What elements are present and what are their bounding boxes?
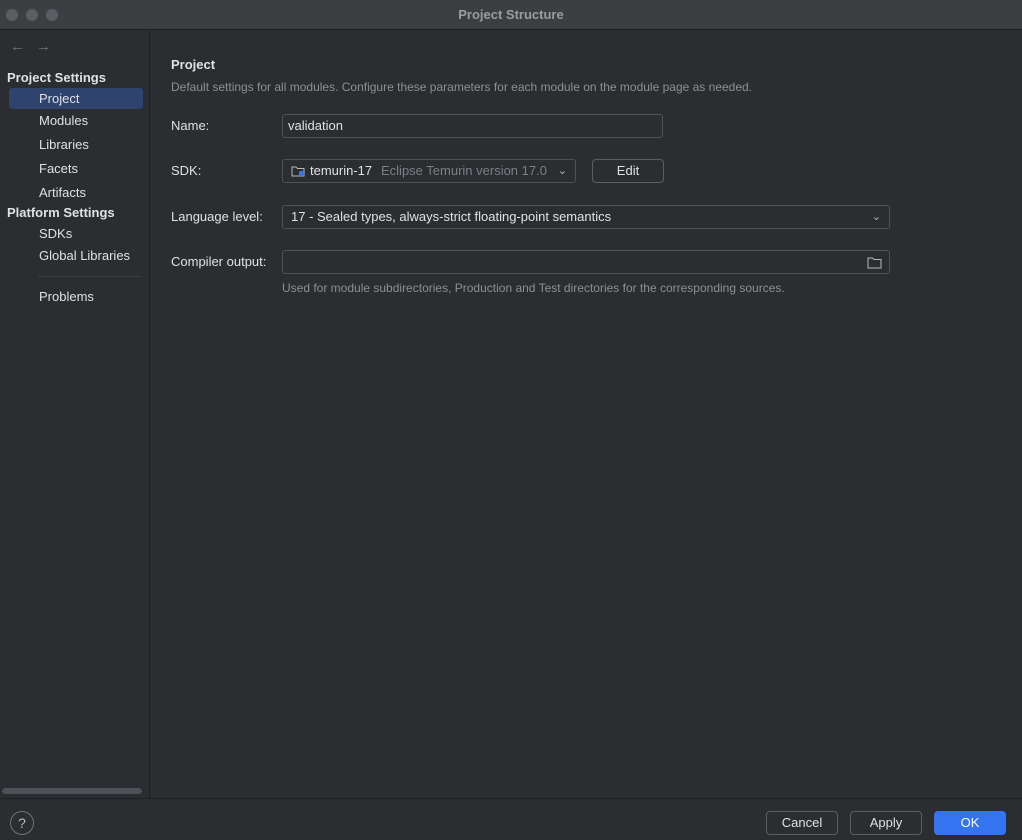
chevron-down-icon: ⌄	[557, 165, 567, 177]
apply-button[interactable]: Apply	[850, 811, 922, 835]
sdk-name: temurin-17	[310, 163, 373, 178]
sidebar-item-problems[interactable]: Problems	[9, 286, 143, 307]
forward-arrow-icon[interactable]: →	[36, 39, 52, 55]
cancel-button[interactable]: Cancel	[766, 811, 838, 835]
sidebar-item-facets[interactable]: Facets	[9, 158, 143, 179]
compiler-output-field[interactable]	[282, 250, 890, 274]
chevron-down-icon: ⌄	[871, 211, 881, 223]
folder-icon[interactable]	[867, 256, 882, 269]
sidebar-item-libraries[interactable]: Libraries	[9, 134, 143, 155]
back-arrow-icon[interactable]: ←	[10, 39, 26, 55]
sidebar-item-sdks[interactable]: SDKs	[9, 223, 143, 244]
project-settings-panel: Project Default settings for all modules…	[151, 31, 1022, 798]
compiler-output-label: Compiler output:	[171, 254, 267, 269]
compiler-output-hint: Used for module subdirectories, Producti…	[282, 281, 785, 295]
sidebar-item-global-libraries[interactable]: Global Libraries	[9, 245, 143, 266]
language-level-value: 17 - Sealed types, always-strict floatin…	[291, 209, 612, 224]
language-level-dropdown[interactable]: 17 - Sealed types, always-strict floatin…	[282, 205, 890, 229]
sidebar: ← → Project Settings Project Modules Lib…	[0, 31, 150, 798]
page-title: Project	[171, 57, 216, 72]
name-label: Name:	[171, 118, 210, 133]
name-input[interactable]: validation	[282, 114, 663, 138]
sidebar-item-artifacts[interactable]: Artifacts	[9, 182, 143, 203]
sdk-version: Eclipse Temurin version 17.0	[381, 163, 547, 178]
dialog-footer: ? Cancel Apply OK	[0, 798, 1022, 840]
sdk-label: SDK:	[171, 163, 202, 178]
sdk-dropdown[interactable]: temurin-17 Eclipse Temurin version 17.0 …	[282, 159, 576, 183]
language-level-label: Language level:	[171, 209, 263, 224]
help-button[interactable]: ?	[10, 811, 34, 835]
sidebar-item-modules[interactable]: Modules	[9, 110, 143, 131]
sidebar-horizontal-scrollbar[interactable]	[2, 788, 142, 794]
project-structure-dialog: Project Structure ← → Project Settings P…	[0, 0, 1022, 840]
edit-sdk-button[interactable]: Edit	[592, 159, 664, 183]
title-bar: Project Structure	[0, 0, 1022, 30]
page-description: Default settings for all modules. Config…	[171, 80, 753, 94]
window-title: Project Structure	[458, 7, 564, 22]
platform-settings-heading: Platform Settings	[7, 205, 115, 220]
project-settings-heading: Project Settings	[7, 70, 106, 85]
sidebar-divider	[38, 276, 142, 277]
ok-button[interactable]: OK	[934, 811, 1006, 835]
sdk-folder-icon	[291, 166, 305, 177]
sidebar-item-project[interactable]: Project	[9, 88, 143, 109]
